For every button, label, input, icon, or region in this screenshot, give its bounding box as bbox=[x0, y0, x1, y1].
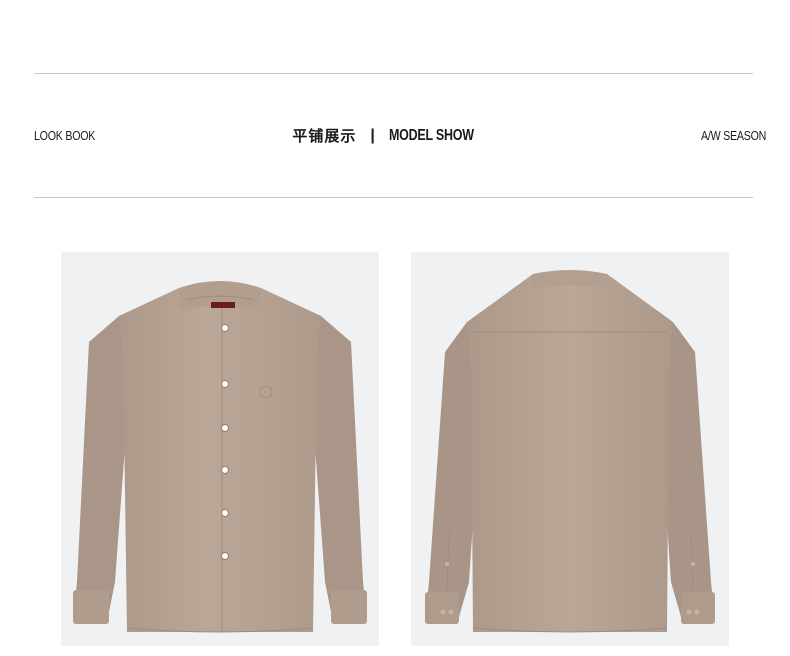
season-label: A/W SEASON bbox=[701, 128, 767, 143]
title-separator: | bbox=[370, 127, 375, 144]
section-title: 平铺展示 | MODEL SHOW bbox=[0, 124, 790, 148]
shirt-front-illustration bbox=[73, 281, 367, 633]
section-title-chinese: 平铺展示 bbox=[292, 127, 357, 145]
header-top-divider bbox=[34, 73, 753, 74]
shirt-back-illustration bbox=[425, 270, 715, 633]
header-bottom-divider bbox=[34, 197, 753, 198]
shirt-front-image bbox=[61, 252, 379, 646]
shirt-back-image bbox=[411, 252, 729, 646]
section-title-english: MODEL SHOW bbox=[388, 127, 474, 144]
